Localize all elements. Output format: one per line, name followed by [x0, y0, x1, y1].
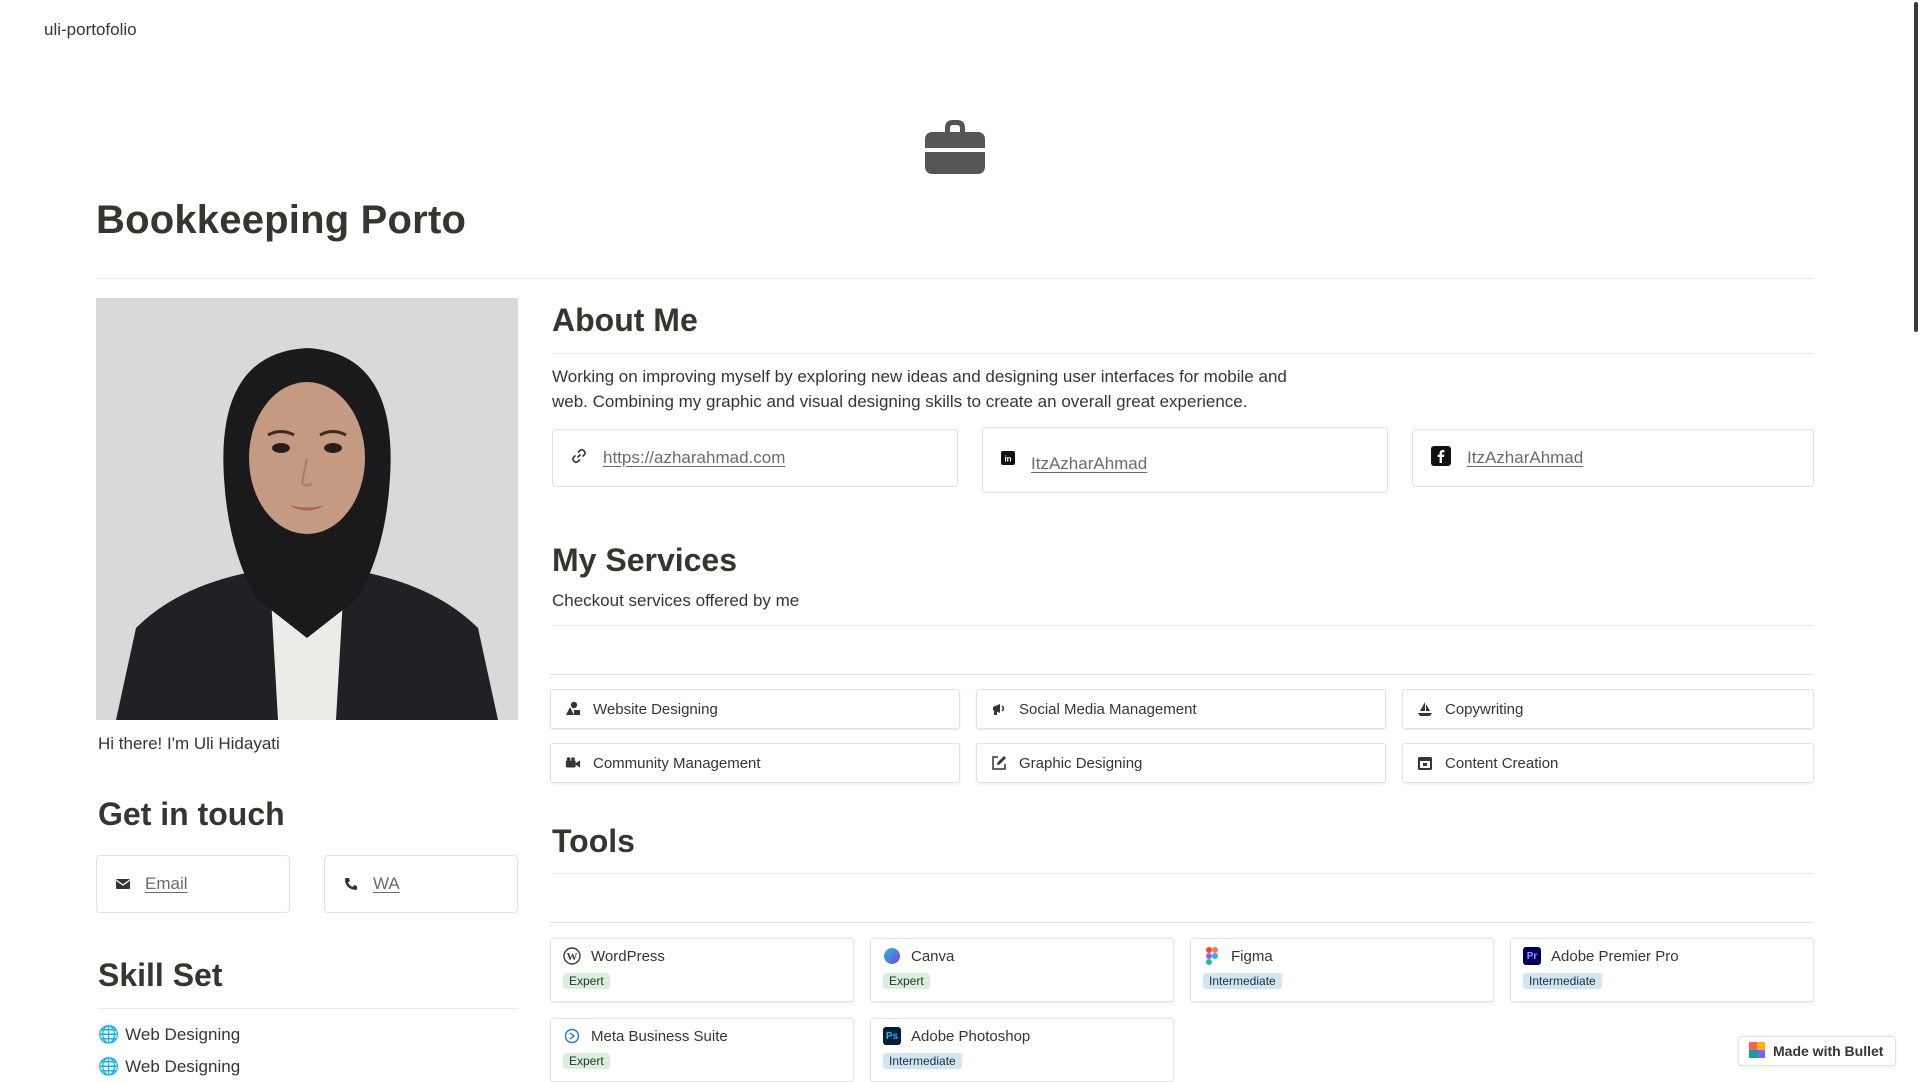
photoshop-icon: Ps: [883, 1027, 901, 1045]
wa-link[interactable]: WA: [373, 874, 400, 894]
linkedin-link[interactable]: ItzAzharAhmad: [1031, 454, 1147, 474]
linkedin-icon: in: [1001, 450, 1015, 470]
email-card[interactable]: Email: [96, 855, 290, 913]
tool-level-badge: Intermediate: [1203, 973, 1282, 989]
about-divider: [552, 353, 1814, 354]
wa-card[interactable]: WA: [324, 855, 518, 913]
globe-icon: 🌐: [98, 1025, 120, 1044]
svg-text:in: in: [1004, 454, 1011, 463]
skill-set-heading: Skill Set: [98, 957, 223, 993]
service-label: Copywriting: [1445, 700, 1524, 718]
tool-card-canva[interactable]: Canva Expert: [870, 938, 1174, 1002]
service-label: Content Creation: [1445, 754, 1559, 772]
service-card-content-creation[interactable]: Content Creation: [1402, 743, 1814, 783]
skill-set-divider: [98, 1008, 518, 1009]
tools-gallery-divider: [550, 922, 1814, 923]
services-gallery-divider: [550, 674, 1814, 675]
profile-photo: [96, 298, 518, 720]
service-card-community-management[interactable]: Community Management: [550, 743, 960, 783]
tool-card-adobe-photoshop[interactable]: Ps Adobe Photoshop Intermediate: [870, 1018, 1174, 1082]
tool-name: Figma: [1231, 947, 1273, 965]
page-title: Bookkeeping Porto: [96, 198, 467, 242]
email-link[interactable]: Email: [145, 874, 188, 894]
skill-label: Web Designing: [125, 1057, 241, 1076]
canva-icon: [883, 947, 901, 965]
skill-item: 🌐 Web Designing: [98, 1057, 240, 1077]
skill-label: Web Designing: [125, 1025, 241, 1044]
tool-card-meta-business-suite[interactable]: Meta Business Suite Expert: [550, 1018, 854, 1082]
services-subtitle: Checkout services offered by me: [552, 591, 800, 610]
tool-level-badge: Intermediate: [1523, 973, 1602, 989]
facebook-icon: [1431, 445, 1451, 471]
tool-level-badge: Expert: [883, 973, 930, 989]
profile-portrait-image: [96, 298, 518, 720]
svg-text:W: W: [567, 951, 578, 963]
services-divider: [552, 625, 1814, 626]
facebook-link[interactable]: ItzAzharAhmad: [1467, 448, 1583, 468]
briefcase-icon: [925, 120, 985, 174]
linkedin-link-card[interactable]: in ItzAzharAhmad: [982, 427, 1388, 493]
service-card-website-designing[interactable]: Website Designing: [550, 689, 960, 729]
scrollbar-thumb[interactable]: [1914, 2, 1918, 332]
tool-level-badge: Intermediate: [883, 1053, 962, 1069]
tool-card-adobe-premier-pro[interactable]: Pr Adobe Premier Pro Intermediate: [1510, 938, 1814, 1002]
boat-icon: [1417, 701, 1433, 717]
tool-level-badge: Expert: [563, 973, 610, 989]
service-label: Graphic Designing: [1019, 754, 1143, 772]
website-link-card[interactable]: https://azharahmad.com: [552, 429, 958, 487]
tool-card-wordpress[interactable]: W WordPress Expert: [550, 938, 854, 1002]
megaphone-icon: [991, 701, 1007, 717]
service-card-graphic-designing[interactable]: Graphic Designing: [976, 743, 1386, 783]
about-text: Working on improving myself by exploring…: [552, 367, 1287, 411]
tool-name: Canva: [911, 947, 955, 965]
skill-item: 🌐 Web Designing: [98, 1025, 240, 1045]
about-heading: About Me: [552, 302, 698, 338]
made-with-bullet-label: Made with Bullet: [1773, 1043, 1884, 1059]
bullet-logo-icon: [1749, 1041, 1765, 1061]
title-divider: [96, 278, 1814, 279]
made-with-bullet-badge[interactable]: Made with Bullet: [1738, 1036, 1896, 1066]
figma-icon: [1203, 947, 1221, 965]
wordpress-icon: W: [563, 947, 581, 965]
meta-icon: [563, 1027, 581, 1045]
tool-card-figma[interactable]: Figma Intermediate: [1190, 938, 1494, 1002]
camera-icon: [565, 755, 581, 771]
services-heading: My Services: [552, 542, 738, 578]
phone-icon: [343, 876, 359, 892]
get-in-touch-heading: Get in touch: [98, 796, 285, 832]
tools-divider: [552, 873, 1814, 874]
calendar-icon: [1417, 755, 1433, 771]
link-icon: [571, 448, 587, 469]
tool-level-badge: Expert: [563, 1053, 610, 1069]
globe-icon: 🌐: [98, 1057, 120, 1076]
edit-icon: [991, 755, 1007, 771]
tool-name: Adobe Photoshop: [911, 1027, 1031, 1045]
service-label: Website Designing: [593, 700, 718, 718]
page-scrollbar[interactable]: [1912, 0, 1920, 1080]
mail-icon: [115, 876, 131, 892]
service-label: Community Management: [593, 754, 761, 772]
premiere-icon: Pr: [1523, 947, 1541, 965]
service-label: Social Media Management: [1019, 700, 1197, 718]
tools-heading: Tools: [552, 823, 635, 859]
tool-name: Meta Business Suite: [591, 1027, 728, 1045]
shapes-icon: [565, 701, 581, 717]
service-card-social-media-management[interactable]: Social Media Management: [976, 689, 1386, 729]
site-title[interactable]: uli-portofolio: [44, 20, 137, 40]
tool-name: WordPress: [591, 947, 665, 965]
tool-name: Adobe Premier Pro: [1551, 947, 1679, 965]
website-link[interactable]: https://azharahmad.com: [603, 448, 785, 468]
facebook-link-card[interactable]: ItzAzharAhmad: [1412, 429, 1814, 487]
service-card-copywriting[interactable]: Copywriting: [1402, 689, 1814, 729]
profile-greeting: Hi there! I'm Uli Hidayati: [98, 734, 280, 753]
